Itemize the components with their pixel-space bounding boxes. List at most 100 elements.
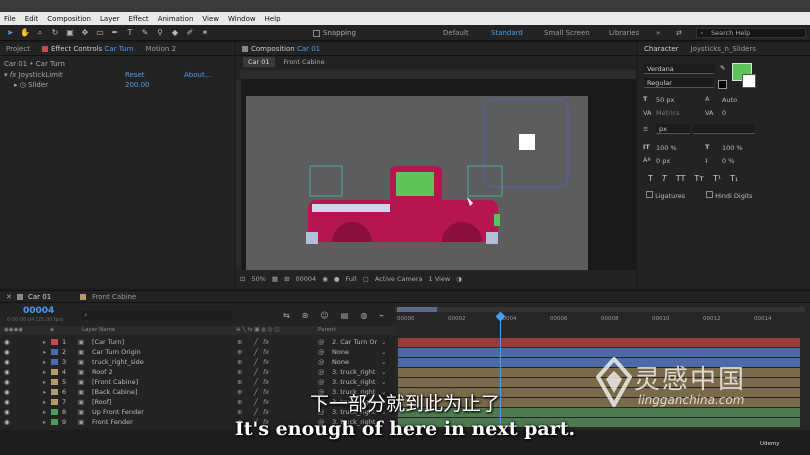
fx-switch-icon[interactable]: fx [263,358,269,366]
close-tab-icon[interactable]: ✕ [6,293,12,301]
snapping-toggle[interactable]: Snapping [313,29,356,37]
chevron-down-icon[interactable]: ⌄ [381,358,386,366]
search-help-input[interactable]: ⌕ Search Help [696,28,806,38]
label-color-chip[interactable] [51,349,58,355]
pickwhip-icon[interactable]: @ [318,348,325,356]
vertical-scale-value[interactable]: 100 % [656,144,677,152]
workspace-small-screen[interactable]: Small Screen [544,29,590,37]
parent-header[interactable]: Parent [318,327,336,333]
layer-name-header[interactable]: Layer Name [82,327,115,333]
expand-triangle-icon[interactable]: ▸ [43,358,46,366]
hand-tool-icon[interactable]: ✋ [20,28,30,38]
clone-stamp-tool-icon[interactable]: ⚲ [155,28,165,38]
pickwhip-icon[interactable]: @ [318,378,325,386]
layer-name[interactable]: Roof 2 [92,368,113,376]
layer-search-field[interactable]: ⌕ [82,311,232,320]
faux-bold-button[interactable]: T [648,174,653,183]
camera-dropdown[interactable]: Active Camera [375,275,423,283]
viewer-timecode[interactable]: 00004 [296,275,317,283]
leading-value[interactable]: Auto [722,96,737,104]
chevron-down-icon[interactable]: ⌄ [381,348,386,356]
menu-layer[interactable]: Layer [100,15,120,23]
menu-window[interactable]: Window [228,15,256,23]
menu-file[interactable]: File [4,15,16,23]
comp-flowchart-icon[interactable]: ⇆ [283,311,290,320]
menu-view[interactable]: View [202,15,219,23]
slider-param-row[interactable]: ▸ ◷ Slider [14,81,48,89]
frame-blending-icon[interactable]: ▤ [341,311,349,320]
layer-name[interactable]: [Front Cabine] [92,378,138,386]
black-swatch[interactable] [718,80,727,89]
eyedropper-icon[interactable]: ✎ [720,64,725,72]
tab-project[interactable]: Project [0,45,36,53]
draft-3d-icon[interactable]: ⊛ [302,311,309,320]
ligatures-option[interactable]: Ligatures [646,191,685,200]
pickwhip-icon[interactable]: @ [318,358,325,366]
small-caps-button[interactable]: Tᴛ [694,174,704,183]
sync-icon[interactable]: ⇄ [676,29,682,37]
menu-composition[interactable]: Composition [47,15,91,23]
all-caps-button[interactable]: TT [676,174,686,183]
layer-row[interactable]: ◉ ▸ 2 ▣ Car Turn Origin ⊕ ╱ fx @ None ⌄ [0,347,395,357]
work-area-range[interactable] [397,307,437,312]
graph-editor-icon[interactable]: ⌁ [379,311,384,320]
shy-icon[interactable]: ☺ [320,311,328,320]
layer-name[interactable]: truck_right_side [92,358,144,366]
layer-row[interactable]: ◉ ▸ 4 ▣ Roof 2 ⊕ ╱ fx @3. truck_right ⌄ [0,367,395,377]
shy-switch-icon[interactable]: ⊕ [237,358,242,366]
quality-switch-icon[interactable]: ╱ [254,378,258,386]
eye-icon[interactable]: ◉ [4,368,10,376]
snapping-checkbox[interactable] [313,29,320,37]
selection-tool-icon[interactable]: ➤ [5,28,15,38]
current-timecode[interactable]: 00004 [23,306,54,316]
expand-triangle-icon[interactable]: ▸ [43,378,46,386]
kerning-value[interactable]: Metrics [656,109,680,117]
layer-row[interactable]: ◉ ▸ 5 ▣ [Front Cabine] ⊕ ╱ fx @3. truck_right ⌄ [0,377,395,387]
rotate-tool-icon[interactable]: ↻ [50,28,60,38]
rectangle-tool-icon[interactable]: ▭ [95,28,105,38]
about-link[interactable]: About... [184,71,211,79]
horizontal-scale-value[interactable]: 100 % [722,144,743,152]
eye-icon[interactable]: ◉ [4,358,10,366]
label-color-chip[interactable] [51,379,58,385]
view-tab-front-cabine[interactable]: Front Cabine [279,57,330,67]
tsume-value[interactable]: 0 % [722,157,734,165]
zoom-dropdown[interactable]: 50% [251,275,265,283]
hindi-digits-option[interactable]: Hindi Digits [706,191,753,200]
stroke-width-field[interactable]: px [656,124,690,134]
grid-icon[interactable]: ▦ [272,275,278,283]
tab-front-cabine[interactable]: Front Cabine [92,293,136,301]
quality-switch-icon[interactable]: ╱ [254,358,258,366]
menu-animation[interactable]: Animation [158,15,194,23]
menu-edit[interactable]: Edit [25,15,39,23]
quality-switch-icon[interactable]: ╱ [254,368,258,376]
joystick-handle[interactable] [519,134,535,150]
workspace-libraries[interactable]: Libraries [609,29,639,37]
composition-canvas[interactable] [246,96,588,270]
zoom-tool-icon[interactable]: ⌕ [35,28,45,38]
roi-icon[interactable]: ▢ [363,275,369,283]
label-color-chip[interactable] [51,339,58,345]
parent-dropdown[interactable]: 3. truck_right [332,378,380,386]
time-ruler[interactable]: 00000 00002 00004 00006 00008 00010 00012 00014 [395,303,810,329]
workspace-menu-icon[interactable]: » [656,29,660,37]
stopwatch-icon[interactable]: ◷ [20,81,26,89]
fx-switch-icon[interactable]: fx [263,348,269,356]
stroke-color-swatch[interactable] [742,74,756,88]
fx-switch-icon[interactable]: fx [263,378,269,386]
effect-name-row[interactable]: ▾ fx JoystickLimit [4,71,63,79]
font-size-value[interactable]: 50 px [656,96,674,104]
tab-character[interactable]: Character [638,45,685,53]
exposure-icon[interactable]: ◑ [456,275,462,283]
eraser-tool-icon[interactable]: ◆ [170,28,180,38]
parent-dropdown[interactable]: None [332,348,380,356]
label-color-chip[interactable] [51,359,58,365]
expand-triangle-icon[interactable]: ▾ [4,71,8,79]
eye-icon[interactable]: ◉ [4,338,10,346]
pickwhip-icon[interactable]: @ [318,368,325,376]
hindi-digits-checkbox[interactable] [706,191,713,198]
shy-switch-icon[interactable]: ⊕ [237,378,242,386]
color-channel-icon[interactable]: ● [334,275,340,283]
snapshot-icon[interactable]: ◉ [322,275,328,283]
pen-tool-icon[interactable]: ✒ [110,28,120,38]
